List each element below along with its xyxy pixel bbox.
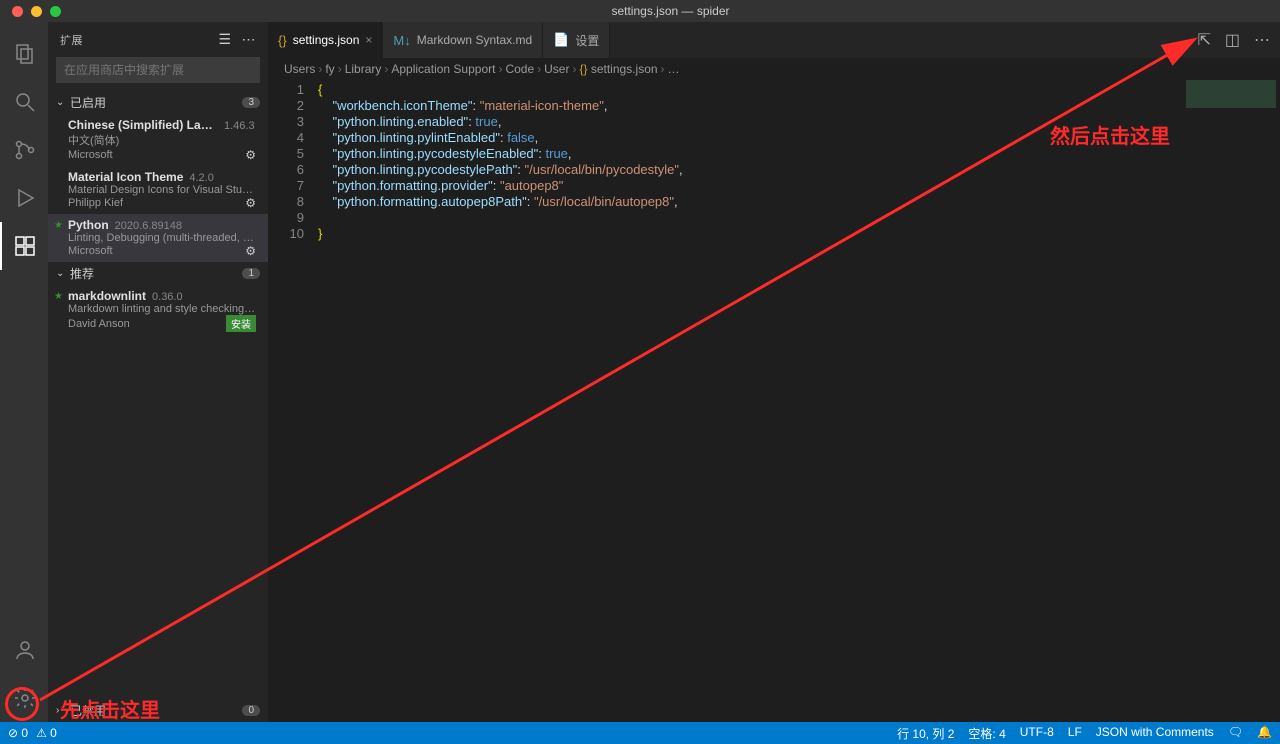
- section-installed[interactable]: ⌄ 已启用 3: [48, 91, 268, 114]
- extension-item[interactable]: Chinese (Simplified) Langua…1.46.3中文(简体)…: [48, 114, 268, 166]
- extension-item[interactable]: ★markdownlint0.36.0Markdown linting and …: [48, 285, 268, 336]
- gear-icon[interactable]: ⚙: [245, 244, 256, 258]
- status-item[interactable]: LF: [1068, 725, 1082, 742]
- recommended-count-badge: 1: [242, 268, 260, 279]
- account-icon[interactable]: [0, 626, 48, 674]
- status-item[interactable]: UTF-8: [1020, 725, 1054, 742]
- installed-count-badge: 3: [242, 97, 260, 108]
- status-item[interactable]: JSON with Comments: [1096, 725, 1214, 742]
- status-item[interactable]: 行 10, 列 2: [897, 725, 954, 742]
- breadcrumb-item[interactable]: Users: [284, 62, 315, 76]
- more-icon[interactable]: ⋯: [242, 31, 257, 48]
- breadcrumb-item[interactable]: fy: [325, 62, 334, 76]
- annotation-circle: [5, 687, 39, 721]
- debug-icon[interactable]: [0, 174, 48, 222]
- extensions-icon[interactable]: [0, 222, 48, 270]
- breadcrumb-item[interactable]: Library: [345, 62, 382, 76]
- more-actions-icon[interactable]: ⋯: [1254, 30, 1270, 50]
- gear-icon[interactable]: ⚙: [245, 148, 256, 162]
- extension-item[interactable]: Material Icon Theme4.2.0Material Design …: [48, 166, 268, 214]
- close-icon[interactable]: ×: [365, 33, 372, 47]
- tab-settings-ui[interactable]: 📄设置: [543, 22, 610, 58]
- extensions-sidebar: 扩展 ☰ ⋯ ⌄ 已启用 3 Chinese (Simplified) Lang…: [48, 22, 268, 722]
- breadcrumb-item[interactable]: {} settings.json: [579, 62, 657, 76]
- minimize-window-button[interactable]: [31, 6, 42, 17]
- minimap[interactable]: [1186, 80, 1276, 120]
- titlebar: settings.json — spider: [0, 0, 1280, 22]
- status-bar: ⊘ 0 ⚠ 0 行 10, 列 2 空格: 4 UTF-8 LF JSON with Co…: [0, 722, 1280, 744]
- status-item[interactable]: 🔔: [1257, 725, 1272, 742]
- code-editor[interactable]: { "workbench.iconTheme": "material-icon-…: [318, 82, 1280, 722]
- status-item[interactable]: 空格: 4: [968, 725, 1005, 742]
- search-icon[interactable]: [0, 78, 48, 126]
- annotation-text-top: 然后点击这里: [1050, 120, 1170, 149]
- breadcrumb[interactable]: Users›fy›Library›Application Support›Cod…: [268, 58, 1280, 80]
- source-control-icon[interactable]: [0, 126, 48, 174]
- extension-search-input[interactable]: [56, 57, 260, 83]
- annotation-text-bottom: 先点击这里: [60, 694, 160, 723]
- breadcrumb-item[interactable]: Code: [505, 62, 534, 76]
- close-window-button[interactable]: [12, 6, 23, 17]
- install-button[interactable]: 安装: [226, 315, 256, 332]
- maximize-window-button[interactable]: [50, 6, 61, 17]
- activity-bar: [0, 22, 48, 722]
- breadcrumb-item[interactable]: …: [668, 62, 680, 76]
- explorer-icon[interactable]: [0, 30, 48, 78]
- status-item[interactable]: ⚠ 0: [36, 726, 57, 740]
- sidebar-title: 扩展: [60, 32, 208, 48]
- line-numbers: 12345678910: [268, 82, 318, 722]
- section-recommended[interactable]: ⌄ 推荐 1: [48, 262, 268, 285]
- window-title: settings.json — spider: [61, 4, 1280, 18]
- extension-item[interactable]: ★Python2020.6.89148Linting, Debugging (m…: [48, 214, 268, 262]
- breadcrumb-item[interactable]: Application Support: [391, 62, 495, 76]
- tab-settings[interactable]: {}settings.json×: [268, 22, 383, 58]
- status-item[interactable]: ⊘ 0: [8, 726, 28, 740]
- tab-md[interactable]: M↓Markdown Syntax.md: [383, 22, 543, 58]
- open-settings-json-icon[interactable]: ⇱: [1197, 30, 1210, 50]
- status-item[interactable]: 🗨: [1228, 725, 1243, 742]
- disabled-count-badge: 0: [242, 705, 260, 716]
- breadcrumb-item[interactable]: User: [544, 62, 569, 76]
- editor-tabs: {}settings.json×M↓Markdown Syntax.md📄设置 …: [268, 22, 1280, 58]
- filter-icon[interactable]: ☰: [218, 31, 231, 48]
- gear-icon[interactable]: ⚙: [245, 196, 256, 210]
- split-editor-icon[interactable]: ◫: [1225, 30, 1240, 50]
